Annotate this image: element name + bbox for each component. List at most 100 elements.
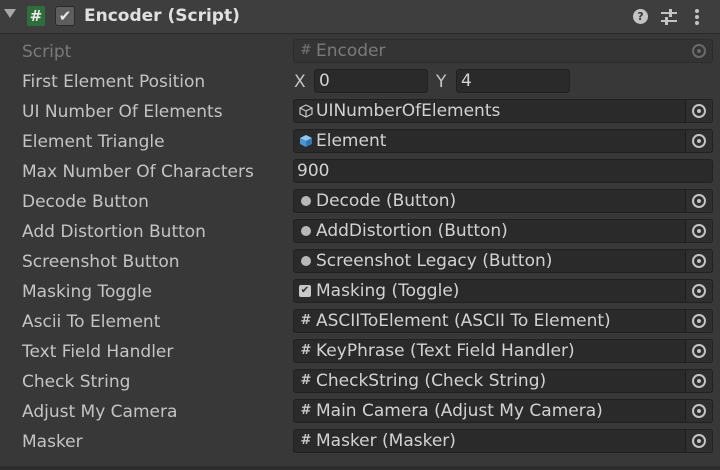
field-label: Add Distortion Button — [22, 222, 206, 242]
field-label: UI Number Of Elements — [22, 102, 223, 122]
settings-icon[interactable] — [660, 7, 678, 27]
target-icon — [692, 134, 706, 148]
help-icon[interactable]: ? — [633, 9, 648, 24]
object-field-row: Add Distortion Button AddDistortion (But… — [0, 217, 720, 247]
script-icon: # — [27, 6, 45, 26]
y-input[interactable]: 4 — [456, 69, 570, 93]
field-value: Main Camera (Adjust My Camera) — [316, 401, 603, 421]
object-field[interactable]: # ASCIIToElement (ASCII To Element) — [293, 309, 713, 333]
object-field[interactable]: ✔ Masking (Toggle) — [293, 279, 713, 303]
script-icon: # — [300, 373, 312, 388]
field-label: Max Number Of Characters — [22, 162, 254, 182]
target-icon — [692, 314, 706, 328]
script-field: # Encoder — [293, 39, 713, 63]
object-field[interactable]: Element — [293, 129, 713, 153]
target-icon — [692, 374, 706, 388]
object-field-row: Screenshot Button Screenshot Legacy (But… — [0, 247, 720, 277]
field-value[interactable]: 900 — [297, 161, 329, 181]
prefab-icon — [300, 135, 312, 147]
field-label: Decode Button — [22, 192, 149, 212]
field-label: Element Triangle — [22, 132, 165, 152]
object-picker-button[interactable] — [685, 400, 712, 422]
object-picker-button[interactable] — [685, 130, 712, 152]
object-field-row: Ascii To Element # ASCIIToElement (ASCII… — [0, 307, 720, 337]
field-value: Screenshot Legacy (Button) — [316, 251, 553, 271]
divider — [0, 466, 720, 470]
menu-icon[interactable] — [692, 7, 702, 27]
object-picker-button[interactable] — [685, 430, 712, 452]
target-icon — [692, 194, 706, 208]
object-picker-button — [686, 40, 712, 62]
field-label: Check String — [22, 372, 131, 392]
field-label: Screenshot Button — [22, 252, 180, 272]
x-label[interactable]: X — [294, 72, 306, 92]
object-field-row: Masking Toggle ✔ Masking (Toggle) — [0, 277, 720, 307]
button-icon — [301, 256, 311, 266]
script-icon: # — [300, 403, 312, 418]
y-label[interactable]: Y — [436, 72, 446, 92]
field-value: Encoder — [316, 41, 386, 61]
object-field[interactable]: Screenshot Legacy (Button) — [293, 249, 713, 273]
object-field-row: Check String # CheckString (Check String… — [0, 367, 720, 397]
field-label: First Element Position — [22, 72, 206, 92]
field-value: UINumberOfElements — [316, 101, 501, 121]
button-icon — [301, 226, 311, 236]
max-number-of-characters-row: Max Number Of Characters 900 — [0, 157, 720, 187]
object-picker-button[interactable] — [685, 250, 712, 272]
foldout-arrow-icon[interactable] — [4, 9, 16, 18]
field-label: Ascii To Element — [22, 312, 161, 332]
object-field[interactable]: # Masker (Masker) — [293, 429, 713, 453]
object-picker-button[interactable] — [685, 340, 712, 362]
object-picker-button[interactable] — [685, 370, 712, 392]
ui-number-of-elements-row: UI Number Of Elements UINumberOfElements — [0, 97, 720, 127]
target-icon — [692, 434, 706, 448]
x-input[interactable]: 0 — [314, 69, 428, 93]
field-value: ASCIIToElement (ASCII To Element) — [316, 311, 611, 331]
field-value: AddDistortion (Button) — [316, 221, 508, 241]
component-header[interactable]: # ✔ Encoder (Script) ? — [0, 0, 720, 34]
object-field[interactable]: AddDistortion (Button) — [293, 219, 713, 243]
object-field[interactable]: Decode (Button) — [293, 189, 713, 213]
field-value: Decode (Button) — [316, 191, 457, 211]
script-icon: # — [300, 433, 312, 448]
int-input[interactable]: 900 — [293, 159, 713, 183]
gameobject-icon — [299, 104, 313, 118]
target-icon — [692, 404, 706, 418]
object-field[interactable]: # KeyPhrase (Text Field Handler) — [293, 339, 713, 363]
target-icon — [692, 44, 706, 58]
target-icon — [692, 224, 706, 238]
object-picker-button[interactable] — [685, 220, 712, 242]
script-icon: # — [300, 313, 312, 328]
object-picker-button[interactable] — [685, 100, 712, 122]
target-icon — [692, 254, 706, 268]
field-label: Masking Toggle — [22, 282, 153, 302]
toggle-icon: ✔ — [299, 285, 311, 297]
field-label: Text Field Handler — [22, 342, 174, 362]
object-picker-button[interactable] — [685, 280, 712, 302]
object-field[interactable]: # Main Camera (Adjust My Camera) — [293, 399, 713, 423]
target-icon — [692, 104, 706, 118]
object-picker-button[interactable] — [685, 310, 712, 332]
field-value: Element — [316, 131, 387, 151]
object-field-row: Decode Button Decode (Button) — [0, 187, 720, 217]
enable-checkbox[interactable]: ✔ — [55, 6, 75, 26]
script-icon: # — [300, 43, 312, 58]
target-icon — [692, 284, 706, 298]
component-title: Encoder (Script) — [84, 6, 240, 26]
first-element-position-row: First Element Position X 0 Y 4 — [0, 67, 720, 97]
field-value: Masker (Masker) — [316, 431, 456, 451]
script-icon: # — [300, 343, 312, 358]
object-field[interactable]: # CheckString (Check String) — [293, 369, 713, 393]
object-picker-button[interactable] — [685, 190, 712, 212]
button-icon — [301, 196, 311, 206]
field-value: CheckString (Check String) — [316, 371, 547, 391]
field-value: Masking (Toggle) — [316, 281, 460, 301]
field-value: KeyPhrase (Text Field Handler) — [316, 341, 575, 361]
target-icon — [692, 344, 706, 358]
field-label: Masker — [22, 432, 83, 452]
object-field[interactable]: UINumberOfElements — [293, 99, 713, 123]
element-triangle-row: Element Triangle Element — [0, 127, 720, 157]
object-field-row: Adjust My Camera # Main Camera (Adjust M… — [0, 397, 720, 427]
object-field-row: Text Field Handler # KeyPhrase (Text Fie… — [0, 337, 720, 367]
object-field-row: Masker # Masker (Masker) — [0, 427, 720, 457]
